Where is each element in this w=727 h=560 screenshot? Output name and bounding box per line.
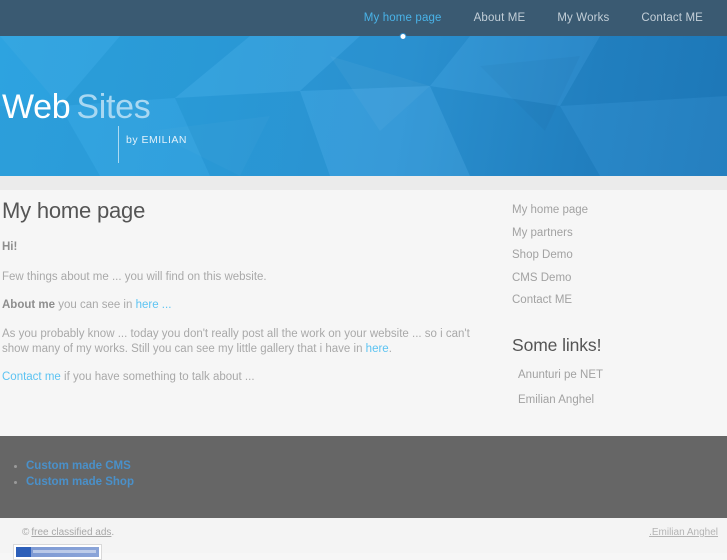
web-badge-graphic xyxy=(16,547,99,557)
nav-item-label: About ME xyxy=(473,12,526,24)
sidebar-links-heading: Some links! xyxy=(512,334,602,355)
paragraph-about: About me you can see in here ... xyxy=(2,298,480,313)
hero-banner: Web Sites by EMILIAN xyxy=(0,36,727,176)
article-content: My home page Hi! Few things about me ...… xyxy=(0,190,500,436)
nav-item-about-me[interactable]: About ME xyxy=(458,0,542,36)
sidebar-item-my-partners[interactable]: My partners xyxy=(512,227,727,251)
paragraph-greeting: Hi! xyxy=(2,240,480,255)
top-navigation-bar: My home page About ME My Works Contact M… xyxy=(0,0,727,40)
sidebar: My home page My partners Shop Demo CMS D… xyxy=(500,190,727,436)
bullet-icon xyxy=(14,481,17,484)
page-title: My home page xyxy=(2,198,146,223)
copyright-notice: © free classified ads. xyxy=(22,527,114,538)
footer-link-list: Custom made CMS Custom made Shop xyxy=(0,458,727,490)
paragraph-works: As you probably know ... today you don't… xyxy=(2,327,480,357)
sidebar-item-shop-demo[interactable]: Shop Demo xyxy=(512,249,727,273)
paragraph-intro: Few things about me ... you will find on… xyxy=(2,271,267,284)
nav-item-my-works[interactable]: My Works xyxy=(541,0,625,36)
contact-me-link[interactable]: Contact me xyxy=(2,371,61,383)
copyright-link[interactable]: free classified ads xyxy=(31,527,111,538)
footer-link-label[interactable]: Custom made Shop xyxy=(26,476,134,488)
sidebar-item-cms-demo[interactable]: CMS Demo xyxy=(512,272,727,296)
gallery-link[interactable]: here xyxy=(366,343,389,355)
sidebar-menu: My home page My partners Shop Demo CMS D… xyxy=(512,204,727,318)
site-title-primary: Web xyxy=(2,88,71,126)
sidebar-item-my-home-page[interactable]: My home page xyxy=(512,204,727,228)
contact-me-text: if you have something to talk about ... xyxy=(60,370,255,383)
footer-link-label[interactable]: Custom made CMS xyxy=(26,460,131,472)
author-credit-link[interactable]: .Emilian Anghel xyxy=(649,527,718,538)
greeting-text: Hi! xyxy=(2,241,18,253)
footer-bottom-bar: © free classified ads. .Emilian Anghel xyxy=(0,518,727,560)
nav-item-label: My Works xyxy=(557,12,610,24)
footer-item-custom-made-shop[interactable]: Custom made Shop xyxy=(12,474,727,490)
works-text-after: . xyxy=(388,342,392,355)
nav-item-label: My home page xyxy=(363,12,442,24)
bullet-icon xyxy=(14,465,17,468)
sidebar-links-list: Anunturi pe NET Emilian Anghel xyxy=(512,369,727,421)
main-area: My home page Hi! Few things about me ...… xyxy=(0,190,727,436)
works-text-before: As you probably know ... today you don't… xyxy=(2,327,470,355)
hero-content: Web Sites by EMILIAN xyxy=(0,36,727,176)
footer-dark: Custom made CMS Custom made Shop xyxy=(0,436,727,518)
about-me-text: you can see in xyxy=(55,299,136,312)
site-title-secondary: Sites xyxy=(76,88,151,126)
copyright-icon: © xyxy=(22,527,30,538)
content-top-strip xyxy=(0,176,727,190)
site-tagline: by EMILIAN xyxy=(126,134,188,146)
nav-item-label: Contact ME xyxy=(641,12,703,24)
footer-item-custom-made-cms[interactable]: Custom made CMS xyxy=(12,458,727,474)
site-logo-title: Web Sites xyxy=(2,90,151,124)
hero-divider xyxy=(118,126,119,163)
about-me-link[interactable]: here ... xyxy=(136,299,172,311)
main-nav: My home page About ME My Works Contact M… xyxy=(348,0,709,40)
author-credit: .Emilian Anghel xyxy=(649,527,718,538)
active-indicator-dot xyxy=(399,33,407,40)
nav-item-contact-me[interactable]: Contact ME xyxy=(625,0,709,36)
nav-item-my-home-page[interactable]: My home page xyxy=(348,0,458,40)
sidebar-item-contact-me[interactable]: Contact ME xyxy=(512,294,727,318)
web-badge-icon[interactable] xyxy=(13,544,102,560)
copyright-suffix: . xyxy=(111,527,115,538)
about-me-label: About me xyxy=(2,299,56,312)
paragraph-contact: Contact me if you have something to talk… xyxy=(2,370,480,385)
sidebar-link-emilian-anghel[interactable]: Emilian Anghel xyxy=(518,394,727,421)
sidebar-link-anunturi-pe-net[interactable]: Anunturi pe NET xyxy=(518,369,727,396)
